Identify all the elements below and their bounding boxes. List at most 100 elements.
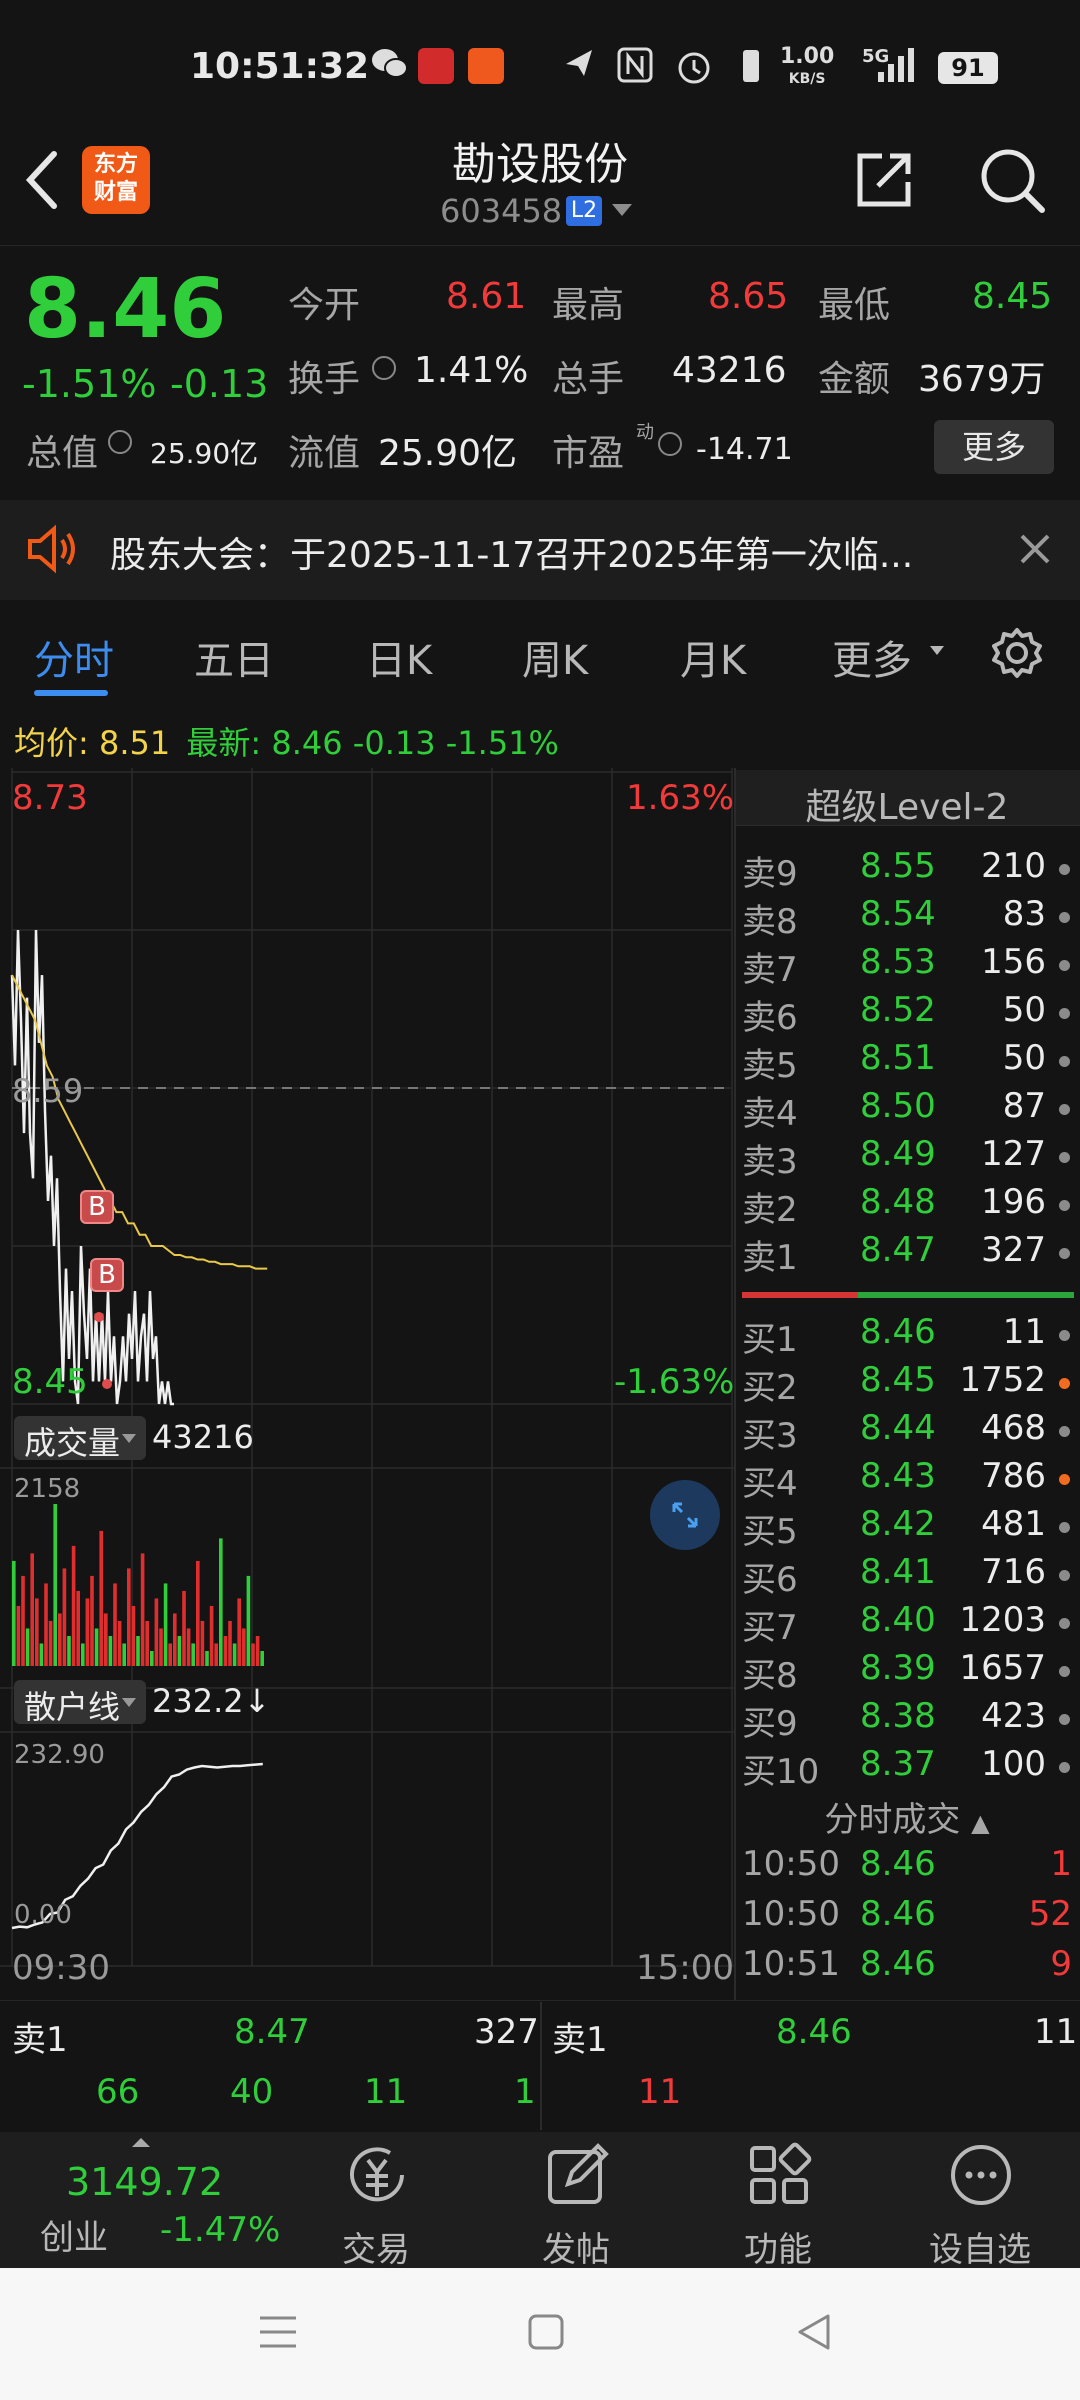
tab-five-day[interactable]: 五日: [194, 628, 274, 686]
bid-level: 买6: [742, 1560, 798, 1600]
ask-row[interactable]: 卖6 8.52 50: [734, 990, 1080, 1038]
low-label: 最低: [818, 285, 891, 326]
tick-volume: 52: [1028, 1894, 1072, 1934]
nav-post[interactable]: 发帖: [496, 2222, 656, 2271]
high-value: 8.65: [708, 276, 789, 317]
volume-bar: [168, 1643, 172, 1666]
tab-intraday[interactable]: 分时: [34, 628, 114, 686]
bid-row[interactable]: 买5 8.42 481: [734, 1504, 1080, 1552]
more-button[interactable]: 更多: [934, 420, 1054, 474]
open-label: 今开: [288, 285, 361, 326]
ask-row[interactable]: 卖4 8.50 87: [734, 1086, 1080, 1134]
watchlist-icon[interactable]: [948, 2142, 1014, 2212]
bid-row[interactable]: 买7 8.40 1203: [734, 1600, 1080, 1648]
volume-bar: [182, 1590, 186, 1666]
ask-row[interactable]: 卖7 8.53 156: [734, 942, 1080, 990]
ask-volume: 50: [1002, 990, 1046, 1030]
bid-row[interactable]: 买3 8.44 468: [734, 1408, 1080, 1456]
retail-indicator-label[interactable]: 散户线: [24, 1682, 120, 1728]
price-axis-top: 8.73: [12, 778, 88, 818]
ask-dot-icon: [1059, 1104, 1070, 1115]
share-icon[interactable]: [852, 148, 916, 216]
nav-function[interactable]: 功能: [698, 2222, 858, 2271]
ticker-sell-label: 卖1: [12, 2020, 68, 2060]
volume-bar: [48, 1620, 53, 1666]
ask-dot-icon: [1059, 912, 1070, 923]
back-nav-icon[interactable]: [794, 2312, 834, 2356]
bid-level: 买1: [742, 1320, 798, 1360]
ask-volume: 327: [981, 1230, 1046, 1270]
home-icon[interactable]: [526, 2312, 566, 2356]
ask-row[interactable]: 卖1 8.47 327: [734, 1230, 1080, 1278]
search-icon[interactable]: [978, 146, 1046, 218]
level2-badge[interactable]: L2: [566, 196, 602, 226]
volume-bar: [219, 1538, 223, 1666]
tab-more[interactable]: 更多: [832, 628, 912, 686]
index-expand-icon[interactable]: [132, 2138, 150, 2147]
bid-row[interactable]: 买9 8.38 423: [734, 1696, 1080, 1744]
tick-volume: 9: [1050, 1944, 1072, 1984]
volume-bar: [127, 1568, 131, 1666]
volume-bar: [108, 1635, 113, 1666]
bid-level: 买4: [742, 1464, 798, 1504]
nav-watchlist[interactable]: 设自选: [900, 2222, 1060, 2271]
volume-label: 总手: [552, 359, 625, 400]
open-value: 8.61: [446, 276, 527, 317]
bid-row[interactable]: 买2 8.45 1752: [734, 1360, 1080, 1408]
orderbook-title[interactable]: 超级Level-2: [734, 778, 1080, 830]
battery-indicator: 91: [938, 52, 998, 84]
volume-bar: [177, 1635, 182, 1666]
announcement-text[interactable]: 股东大会：于2025-11-17召开2025年第一次临...: [110, 526, 913, 578]
ask-row[interactable]: 卖9 8.55 210: [734, 846, 1080, 894]
tab-daily-k[interactable]: 日K: [366, 628, 432, 686]
bid-price: 8.44: [860, 1408, 936, 1448]
buy-marker[interactable]: B: [90, 1258, 124, 1292]
latest-pct: -1.51%: [445, 724, 559, 762]
bid-row[interactable]: 买10 8.37 100: [734, 1744, 1080, 1792]
ask-price: 8.51: [860, 1038, 936, 1078]
tick-row: 10:50 8.46 1: [734, 1844, 1080, 1892]
pe-value: -14.71: [696, 432, 793, 467]
ask-dot-icon: [1059, 960, 1070, 971]
ask-row[interactable]: 卖5 8.51 50: [734, 1038, 1080, 1086]
bid-level: 买2: [742, 1368, 798, 1408]
ticks-title[interactable]: 分时成交 ▲: [734, 1792, 1080, 1841]
bid-dot-icon: [1059, 1714, 1070, 1725]
ask-volume: 83: [1002, 894, 1046, 934]
bid-row[interactable]: 买4 8.43 786: [734, 1456, 1080, 1504]
mktcap-value: 25.90亿: [150, 437, 259, 470]
volume-indicator-label[interactable]: 成交量: [24, 1418, 120, 1464]
volume-value: 43216: [672, 350, 787, 391]
volume-bar: [209, 1605, 214, 1666]
close-icon[interactable]: [1018, 532, 1052, 570]
level-dropdown-icon[interactable]: [612, 204, 632, 216]
ask-row[interactable]: 卖2 8.48 196: [734, 1182, 1080, 1230]
buy-marker[interactable]: B: [80, 1190, 114, 1224]
info-icon[interactable]: [108, 430, 132, 454]
ask-ratio-bar: [742, 1292, 858, 1298]
post-icon[interactable]: [544, 2142, 610, 2212]
tab-weekly-k[interactable]: 周K: [522, 628, 588, 686]
volume-bar: [117, 1620, 122, 1666]
menu-icon[interactable]: [258, 2312, 298, 2356]
index-value[interactable]: 3149.72: [66, 2160, 223, 2204]
turnover-info-icon[interactable]: [372, 356, 396, 380]
settings-gear-icon[interactable]: [990, 626, 1044, 684]
alarm-icon: [674, 46, 714, 86]
tab-monthly-k[interactable]: 月K: [680, 628, 746, 686]
function-icon[interactable]: [746, 2142, 812, 2212]
trade-icon[interactable]: [344, 2142, 410, 2212]
bid-row[interactable]: 买1 8.46 11: [734, 1312, 1080, 1360]
bid-volume: 423: [981, 1696, 1046, 1736]
expand-icon[interactable]: [650, 1480, 720, 1550]
index-pct[interactable]: -1.47%: [160, 2210, 280, 2250]
ask-level: 卖1: [742, 1238, 798, 1278]
ask-row[interactable]: 卖8 8.54 83: [734, 894, 1080, 942]
nav-trade[interactable]: 交易: [296, 2222, 456, 2271]
index-name[interactable]: 创业: [40, 2210, 108, 2259]
ask-row[interactable]: 卖3 8.49 127: [734, 1134, 1080, 1182]
bid-row[interactable]: 买8 8.39 1657: [734, 1648, 1080, 1696]
bid-row[interactable]: 买6 8.41 716: [734, 1552, 1080, 1600]
volume-bar: [85, 1598, 90, 1666]
pe-info-icon[interactable]: [658, 432, 682, 456]
